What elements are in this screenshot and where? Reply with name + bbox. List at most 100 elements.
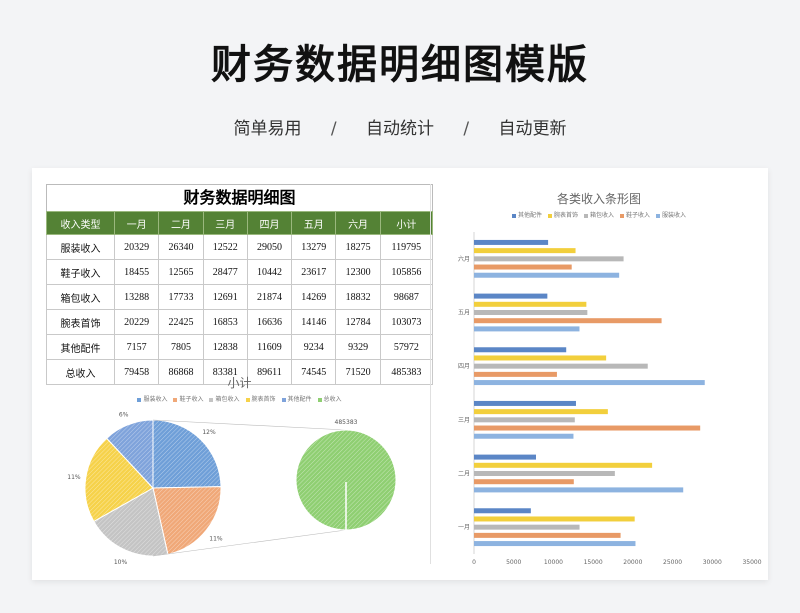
table-header-cell: 五月 <box>291 211 337 235</box>
table-cell: 20229 <box>114 309 160 335</box>
table-header-cell: 小计 <box>379 211 434 235</box>
table-cell: 14269 <box>291 284 337 310</box>
bar <box>474 272 620 278</box>
pie-total-label: 485383 <box>335 419 358 426</box>
y-tick-label: 一月 <box>458 524 470 531</box>
table-cell: 13279 <box>291 234 337 260</box>
y-tick-label: 三月 <box>458 417 470 424</box>
bar <box>474 541 636 547</box>
x-tick-label: 35000 <box>742 559 761 566</box>
bar <box>474 516 635 522</box>
table-cell: 22425 <box>158 309 204 335</box>
table-header-cell: 一月 <box>114 211 160 235</box>
y-tick-label: 六月 <box>458 255 470 263</box>
table-cell: 21874 <box>246 284 293 310</box>
bar <box>474 454 536 460</box>
bar <box>474 347 567 353</box>
table-cell: 18275 <box>335 234 381 260</box>
table-row-label: 箱包收入 <box>45 284 116 310</box>
table-cell: 105856 <box>379 259 434 285</box>
pie-chart-svg: 12% 11% 10% 11% 6% 485383 <box>67 412 397 566</box>
subtitle-item-2: 自动统计 <box>366 119 434 139</box>
table-cell: 26340 <box>158 234 204 260</box>
subtitle: 简单易用 / 自动统计 / 自动更新 <box>0 114 800 139</box>
pie-slice-label: 10% <box>114 559 128 566</box>
table-cell: 28477 <box>202 259 248 285</box>
table-cell: 7805 <box>158 334 204 360</box>
table-header-cell: 三月 <box>202 211 248 235</box>
table-header-cell: 收入类型 <box>45 211 116 235</box>
subtitle-item-3: 自动更新 <box>498 119 567 139</box>
pie-chart: 小计 服装收入 鞋子收入 箱包收入 腕表首饰 其他配件 总收入 12% 11% 10% 11% 6… <box>46 368 433 568</box>
x-tick-label: 15000 <box>584 559 603 566</box>
bar <box>474 508 531 514</box>
x-tick-label: 5000 <box>506 559 521 566</box>
table-row: 鞋子收入 18455 12565 28477 10442 23617 12300 105856 <box>45 259 434 285</box>
bar <box>474 363 648 369</box>
table-cell: 23617 <box>291 259 337 285</box>
bar <box>474 471 615 476</box>
table-cell: 11609 <box>246 334 293 360</box>
table-row: 其他配件 7157 7805 12838 11609 9234 9329 57972 <box>45 334 434 360</box>
table-cell: 12838 <box>202 334 248 360</box>
table-header-cell: 四月 <box>246 211 293 235</box>
subtitle-item-1: 简单易用 <box>233 119 302 139</box>
table-header-cell: 六月 <box>335 211 381 235</box>
y-tick-label: 四月 <box>458 363 470 370</box>
bar <box>474 355 607 361</box>
subtitle-separator-2: / <box>463 119 470 139</box>
table-row: 腕表首饰 20229 22425 16853 16636 14146 12784 103073 <box>45 309 434 335</box>
bar <box>474 264 572 270</box>
table-cell: 12691 <box>202 284 248 310</box>
bar <box>474 256 624 262</box>
table-cell: 12565 <box>158 259 204 285</box>
bar-chart-svg: 一月 二月 三月 四月 五月 六月 0 5000 10000 15000 20000 25000 300… <box>458 232 762 566</box>
bar <box>474 248 576 254</box>
table-body: 服装收入 20329 26340 12522 29050 13279 18275 119795… <box>45 234 434 385</box>
y-tick-label: 二月 <box>458 471 470 478</box>
bar <box>474 318 662 324</box>
x-tick-label: 0 <box>472 559 476 566</box>
bar <box>474 301 587 307</box>
bar <box>474 462 653 468</box>
bar <box>474 400 576 406</box>
table-row: 服装收入 20329 26340 12522 29050 13279 18275 119795 <box>45 234 434 260</box>
table-cell: 29050 <box>246 234 293 260</box>
bar <box>474 380 705 386</box>
x-tick-label: 10000 <box>544 559 563 566</box>
table-cell: 119795 <box>379 234 434 260</box>
spreadsheet-card: 财务数据明细图 收入类型 一月 二月 三月 四月 五月 六月 小计 服装收入 20329 2634… <box>32 168 768 580</box>
table-cell: 7157 <box>114 334 160 360</box>
chart-divider <box>430 184 431 564</box>
subtitle-separator-1: / <box>330 119 337 139</box>
table-cell: 16853 <box>202 309 248 335</box>
table-row-label: 鞋子收入 <box>45 259 116 285</box>
table-header-cell: 二月 <box>158 211 204 235</box>
table-row: 箱包收入 13288 17733 12691 21874 14269 18832 98687 <box>45 284 434 310</box>
bar <box>474 524 580 530</box>
table-cell: 16636 <box>246 309 293 335</box>
pie-slice-label: 11% <box>209 535 223 542</box>
table-row-label: 腕表首饰 <box>45 309 116 335</box>
bar <box>474 239 549 245</box>
pie-slice-label: 11% <box>67 474 81 481</box>
x-tick-label: 25000 <box>663 559 682 566</box>
pie-slice-label: 6% <box>119 412 129 419</box>
bar-chart: 各类收入条形图 其他配件 腕表首饰 箱包收入 鞋子收入 服装收入 一月 二月 三月 四月 五月六… <box>436 184 762 570</box>
bar <box>474 417 575 423</box>
bar <box>474 479 574 485</box>
bar <box>474 310 588 315</box>
table-header-row: 收入类型 一月 二月 三月 四月 五月 六月 小计 <box>45 211 434 235</box>
bar <box>474 487 684 493</box>
table-cell: 17733 <box>158 284 204 310</box>
bar <box>474 326 580 332</box>
finance-table-wrap: 财务数据明细图 收入类型 一月 二月 三月 四月 五月 六月 小计 服装收入 20329 2634… <box>45 184 434 385</box>
y-tick-label: 五月 <box>458 310 470 317</box>
table-cell: 98687 <box>379 284 434 310</box>
table-cell: 57972 <box>379 334 434 360</box>
x-tick-label: 30000 <box>703 559 722 566</box>
finance-table: 收入类型 一月 二月 三月 四月 五月 六月 小计 服装收入 20329 26340 12522 29… <box>45 211 434 385</box>
table-cell: 12784 <box>335 309 381 335</box>
table-row-label: 服装收入 <box>45 234 116 260</box>
table-cell: 20329 <box>114 234 160 260</box>
